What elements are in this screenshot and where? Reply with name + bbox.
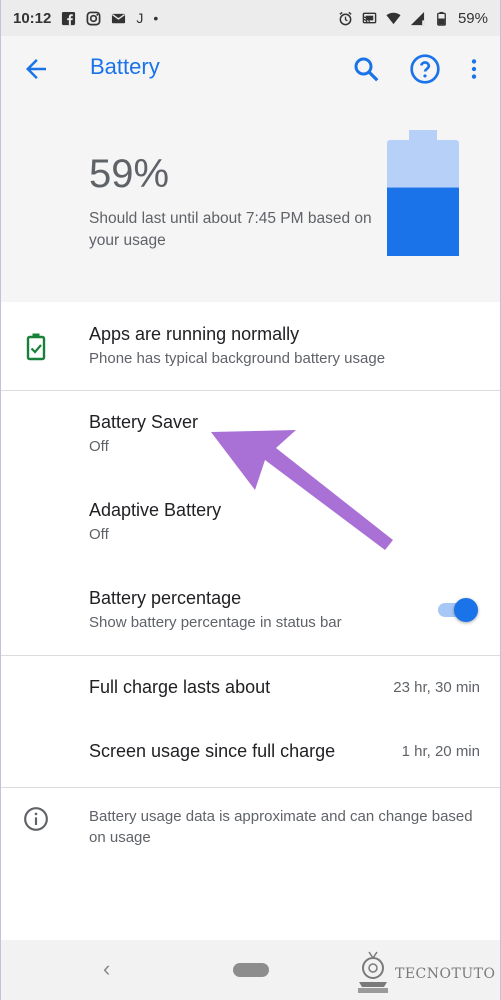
battery-saver-status: Off <box>89 438 109 455</box>
battery-estimate: Should last until about 7:45 PM based on… <box>89 210 372 249</box>
adaptive-battery-title: Adaptive Battery <box>89 500 222 520</box>
more-vert-icon[interactable] <box>461 54 487 84</box>
page-title: Battery <box>90 54 160 79</box>
watermark: TECNOTUTO <box>351 948 500 998</box>
battery-percentage-subtitle: Show battery percentage in status bar <box>89 614 342 631</box>
battery-saver-row[interactable]: Battery Saver Off <box>1 391 500 479</box>
watermark-text: TECNOTUTO <box>395 966 496 982</box>
signal-icon <box>410 11 425 25</box>
full-charge-label: Full charge lasts about <box>89 677 271 697</box>
toggle-thumb <box>454 598 478 622</box>
alarm-icon <box>339 11 352 25</box>
status-bar: 10:12 J • 59% <box>1 0 500 36</box>
notification-icons: J • <box>61 9 159 26</box>
battery-percentage-row[interactable]: Battery percentage Show battery percenta… <box>1 567 500 655</box>
status-time: 10:12 <box>13 9 52 27</box>
screen-usage-label: Screen usage since full charge <box>89 741 336 761</box>
info-icon <box>24 807 48 831</box>
battery-icon <box>437 11 446 26</box>
screen-usage-row: Screen usage since full charge 1 hr, 20 … <box>1 720 500 786</box>
navigation-bar: ‹ TECNOTUTO <box>1 940 500 1000</box>
screen-usage-value: 1 hr, 20 min <box>401 743 480 760</box>
search-icon[interactable] <box>351 54 381 84</box>
nav-back-button[interactable]: ‹ <box>103 956 110 982</box>
phone-screen: 10:12 J • 59% Battery 59% Should last un… <box>0 0 501 1000</box>
back-arrow-icon[interactable] <box>21 54 51 84</box>
battery-header: 59% Should last until about 7:45 PM base… <box>1 102 500 302</box>
wifi-icon <box>386 12 401 24</box>
usage-note-text: Battery usage data is approximate and ca… <box>89 808 473 846</box>
battery-percentage-toggle[interactable] <box>436 596 478 624</box>
apps-status-row[interactable]: Apps are running normally Phone has typi… <box>1 302 500 390</box>
battery-percent: 59% <box>89 152 170 196</box>
apps-status-subtitle: Phone has typical background battery usa… <box>89 350 386 367</box>
apps-status-title: Apps are running normally <box>89 324 300 344</box>
battery-percentage-title: Battery percentage <box>89 588 242 608</box>
full-charge-value: 23 hr, 30 min <box>393 679 480 696</box>
instagram-icon <box>86 11 101 25</box>
battery-check-icon <box>26 333 46 361</box>
app-bar: Battery <box>1 36 500 102</box>
adaptive-battery-row[interactable]: Adaptive Battery Off <box>1 479 500 567</box>
nav-home-button[interactable] <box>233 963 269 977</box>
mail-icon <box>112 13 126 23</box>
adaptive-battery-status: Off <box>89 526 109 543</box>
status-battery-text: 59% <box>457 9 488 27</box>
facebook-icon <box>62 11 76 25</box>
battery-saver-title: Battery Saver <box>89 412 199 432</box>
cast-icon <box>362 12 377 23</box>
full-charge-row: Full charge lasts about 23 hr, 30 min <box>1 656 500 720</box>
battery-level-graphic <box>387 130 459 256</box>
system-icons: 59% <box>338 10 488 27</box>
watermark-logo-icon <box>358 951 388 993</box>
help-icon[interactable] <box>409 53 441 85</box>
usage-note: Battery usage data is approximate and ca… <box>1 788 500 868</box>
j-icon: J <box>136 9 144 26</box>
dot-icon: • <box>153 9 159 26</box>
